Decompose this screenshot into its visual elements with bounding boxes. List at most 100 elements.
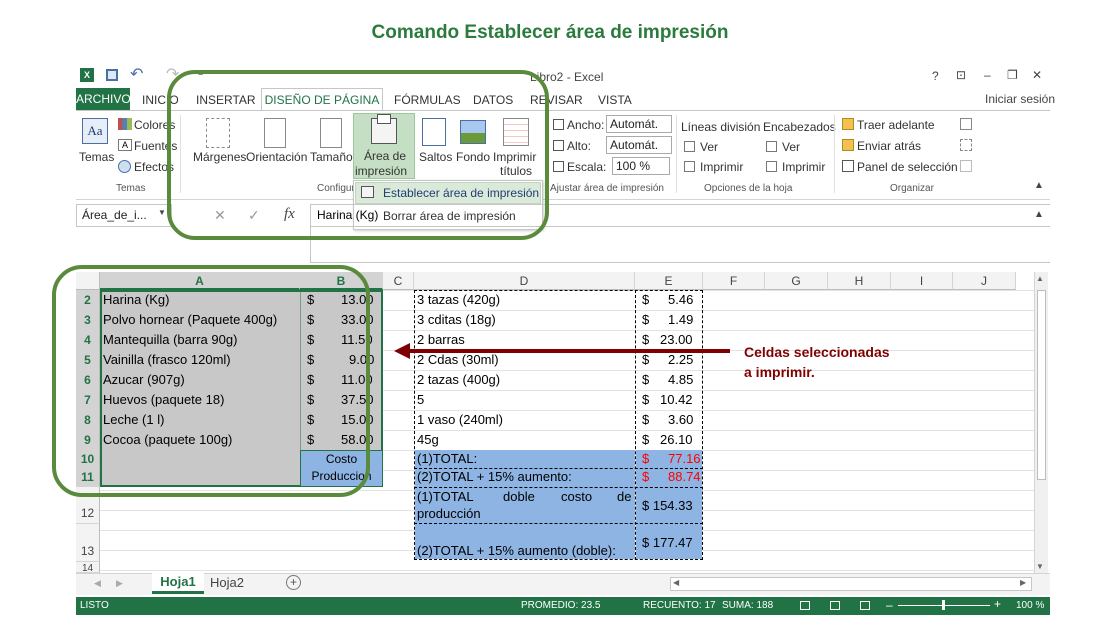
page-title: Comando Establecer área de impresión <box>371 22 729 43</box>
restore-icon[interactable]: ❐ <box>1007 68 1018 82</box>
currency-symbol: $ <box>642 412 650 427</box>
column-header-f[interactable]: F <box>703 272 765 290</box>
h-scroll-left-icon[interactable]: ◀ <box>673 578 679 587</box>
horizontal-scrollbar[interactable] <box>670 577 1032 591</box>
collapse-formula-bar-icon[interactable]: ▲ <box>1034 209 1044 220</box>
scale-label: Escala: <box>567 160 607 174</box>
total-3-value[interactable]: $ 154.33 <box>642 498 693 513</box>
table-row-e[interactable]: 4.85 <box>668 372 693 387</box>
totals-row-line <box>414 523 703 524</box>
page-break-view-icon[interactable] <box>860 601 870 610</box>
width-select[interactable]: Automát. <box>606 115 672 133</box>
send-backward-button[interactable]: Enviar atrás <box>857 139 921 153</box>
help-icon[interactable]: ? <box>932 69 939 83</box>
row-header[interactable]: 13 <box>76 524 100 562</box>
gridlines-print-label: Imprimir <box>700 160 744 174</box>
currency-symbol: $ <box>642 469 650 484</box>
table-row-d[interactable]: 2 barras <box>417 332 465 347</box>
group-label-ajustar: Ajustar área de impresión <box>550 183 664 194</box>
column-header-i[interactable]: I <box>891 272 953 290</box>
h-scroll-right-icon[interactable]: ▶ <box>1020 578 1026 587</box>
table-row-e[interactable]: 1.49 <box>668 312 693 327</box>
save-icon[interactable] <box>106 69 118 81</box>
ribbon-display-icon[interactable]: ⊡ <box>956 68 966 82</box>
table-row-e[interactable]: 23.00 <box>660 332 693 347</box>
zoom-in-icon[interactable]: + <box>994 597 1001 611</box>
table-row-d[interactable]: 3 tazas (420g) <box>417 292 500 307</box>
row-header[interactable]: 14 <box>76 562 100 574</box>
tab-archivo[interactable]: ARCHIVO <box>76 88 131 110</box>
scroll-down-icon[interactable]: ▼ <box>1036 562 1044 571</box>
gridlines-view-label: Ver <box>700 140 719 154</box>
total-4-value[interactable]: $ 177.47 <box>642 535 693 550</box>
add-sheet-button[interactable]: + <box>286 575 301 590</box>
vertical-scroll-thumb[interactable] <box>1037 290 1046 480</box>
height-select[interactable]: Automát. <box>606 136 672 154</box>
namebox-dropdown-icon[interactable]: ▼ <box>158 208 166 217</box>
ribbon-highlight-frame <box>167 70 549 240</box>
sheet-scroll-left-icon[interactable]: ◀ <box>94 578 101 589</box>
table-row-e[interactable]: 2.25 <box>668 352 693 367</box>
group-label-opciones: Opciones de la hoja <box>704 183 793 194</box>
column-header-j[interactable]: J <box>953 272 1016 290</box>
table-row-d[interactable]: 1 vaso (240ml) <box>417 412 503 427</box>
group-label-organizar: Organizar <box>890 183 934 194</box>
sheet-tab-hoja2[interactable]: Hoja2 <box>210 575 244 590</box>
scale-stepper[interactable]: 100 % <box>612 157 670 175</box>
total-1-label[interactable]: (1)TOTAL: <box>417 451 477 466</box>
column-header-d[interactable]: D <box>414 272 635 290</box>
minimize-icon[interactable]: – <box>984 68 991 82</box>
table-row-e[interactable]: 26.10 <box>660 432 693 447</box>
sheet-scroll-right-icon[interactable]: ▶ <box>116 578 123 589</box>
currency-symbol: $ <box>642 332 650 347</box>
gridlines-print-checkbox[interactable] <box>684 161 695 172</box>
gridlines-view-checkbox[interactable] <box>684 141 695 152</box>
align-icon[interactable] <box>960 118 972 130</box>
page-layout-view-icon[interactable] <box>830 601 840 610</box>
collapse-ribbon-icon[interactable]: ▲ <box>1034 180 1044 191</box>
table-row-d[interactable]: 3 cditas (18g) <box>417 312 496 327</box>
zoom-slider-thumb[interactable] <box>942 600 945 610</box>
signin-link[interactable]: Iniciar sesión <box>985 92 1055 106</box>
status-ready: LISTO <box>80 600 109 611</box>
rotate-icon[interactable] <box>960 160 972 172</box>
undo-icon[interactable]: ↶ <box>130 64 143 84</box>
group-icon[interactable] <box>960 139 972 151</box>
themes-button-label[interactable]: Temas <box>79 150 114 164</box>
table-row-d[interactable]: 45g <box>417 432 439 447</box>
total-2-label[interactable]: (2)TOTAL + 15% aumento: <box>417 469 572 484</box>
zoom-level[interactable]: 100 % <box>1016 600 1044 611</box>
total-3-label-word[interactable]: (1)TOTAL <box>417 489 474 504</box>
table-row-e[interactable]: 10.42 <box>660 392 693 407</box>
total-1-value[interactable]: 77.16 <box>668 451 701 466</box>
total-3-label-word: producción <box>417 506 481 521</box>
close-icon[interactable]: ✕ <box>1032 68 1042 82</box>
currency-symbol: $ <box>642 451 650 466</box>
themes-icon[interactable]: Aa <box>82 118 108 144</box>
total-4-label[interactable]: (2)TOTAL + 15% aumento (doble): <box>417 543 616 558</box>
table-row-e[interactable]: 3.60 <box>668 412 693 427</box>
total-2-value[interactable]: 88.74 <box>668 469 701 484</box>
currency-symbol: $ <box>642 432 650 447</box>
sheet-tab-hoja1[interactable]: Hoja1 <box>152 572 204 594</box>
headings-print-checkbox[interactable] <box>766 161 777 172</box>
column-header-e[interactable]: E <box>635 272 703 290</box>
annotation-arrow-head <box>394 343 410 359</box>
headings-view-checkbox[interactable] <box>766 141 777 152</box>
column-header-c[interactable]: C <box>383 272 414 290</box>
normal-view-icon[interactable] <box>800 601 810 610</box>
tab-vista[interactable]: VISTA <box>598 93 632 107</box>
zoom-out-icon[interactable]: – <box>886 598 893 612</box>
total-3-label-word: doble <box>503 489 535 504</box>
column-header-h[interactable]: H <box>828 272 891 290</box>
selection-pane-button[interactable]: Panel de selección <box>857 160 958 174</box>
column-header-g[interactable]: G <box>765 272 828 290</box>
table-row-d[interactable]: 2 tazas (400g) <box>417 372 500 387</box>
table-row-e[interactable]: 5.46 <box>668 292 693 307</box>
scroll-up-icon[interactable]: ▲ <box>1036 274 1044 283</box>
table-row-d[interactable]: 5 <box>417 392 424 407</box>
bring-forward-button[interactable]: Traer adelante <box>857 118 935 132</box>
annotation-line-1: Celdas seleccionadas <box>744 344 890 360</box>
table-row-d[interactable]: 2 Cdas (30ml) <box>417 352 499 367</box>
total-3-label-word: de <box>617 489 632 504</box>
